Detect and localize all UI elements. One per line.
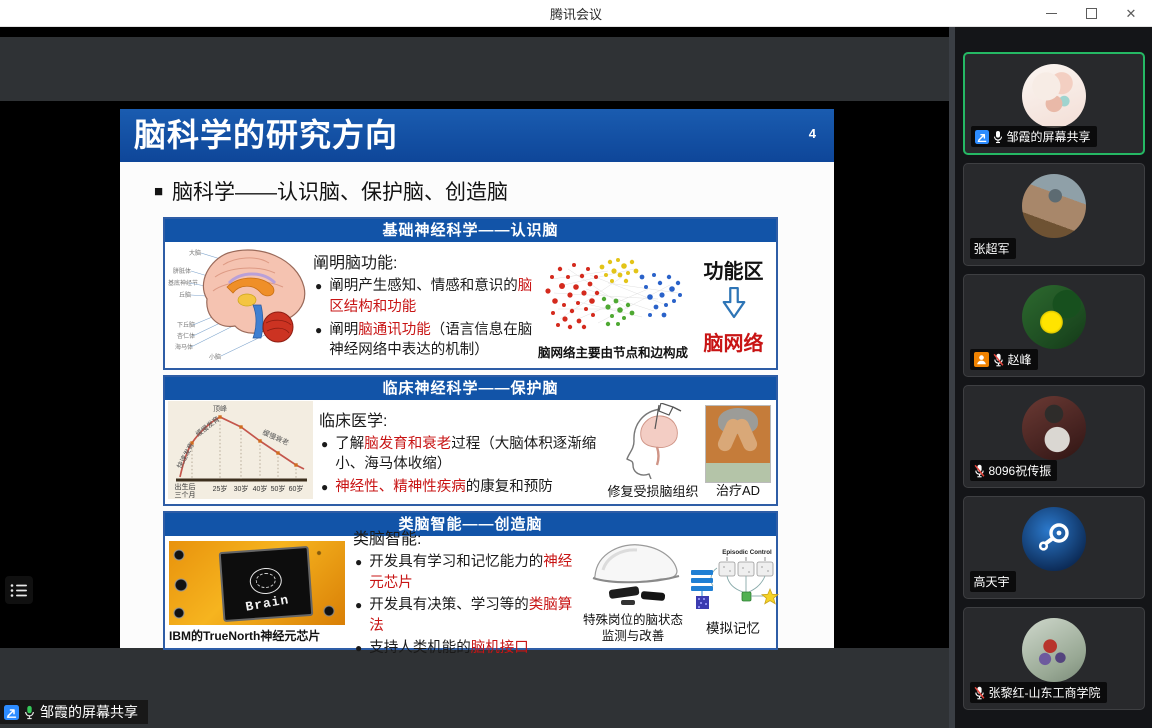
section-1-header: 基础神经科学——认识脑	[165, 219, 776, 242]
participant-name: 张黎红-山东工商学院	[989, 684, 1101, 701]
participant-name: 8096祝传振	[989, 462, 1052, 479]
avatar	[1022, 64, 1086, 128]
avatar	[1022, 285, 1086, 349]
participants-sidebar: 邹霞的屏幕共享 张超军 赵峰	[955, 27, 1152, 728]
minimize-icon	[1046, 13, 1057, 15]
steam-logo	[1034, 519, 1074, 559]
maximize-icon	[1086, 8, 1097, 19]
microphone-muted-icon	[974, 464, 985, 478]
section-2-header: 临床神经科学——保护脑	[165, 377, 776, 400]
participant-tile[interactable]: 高天宇	[963, 496, 1145, 599]
slide-title: 脑科学的研究方向	[120, 109, 834, 162]
section-3-text: 类脑智能: ● 开发具有学习和记忆能力的神经元芯片 ● 开发具有决策、学习等的类…	[353, 525, 579, 659]
brain-doodle-icon	[249, 566, 283, 594]
avatar	[1022, 396, 1086, 460]
host-icon	[974, 352, 989, 367]
svg-text:大脑: 大脑	[189, 249, 201, 257]
svg-text:海马体: 海马体	[175, 343, 193, 351]
list-icon	[10, 583, 28, 598]
brain-diagram: 大脑 胼胝体 基底神经节 丘脑 下丘脑 杏仁体 海马体 小脑	[165, 243, 311, 368]
participant-name: 高天宇	[974, 573, 1010, 590]
episodic-caption: 模拟记忆	[687, 621, 779, 638]
svg-text:50岁: 50岁	[270, 484, 285, 493]
microphone-on-icon	[24, 705, 35, 720]
section-basic-neuroscience: 基础神经科学——认识脑 大脑 胼胝体 基底神经节 丘脑 下丘脑 杏仁体	[163, 217, 778, 370]
brain-network-figure: 脑网络主要由节点和边构成	[535, 249, 691, 361]
close-button[interactable]: ✕	[1118, 3, 1144, 25]
svg-text:小脑: 小脑	[209, 353, 221, 361]
brain-chip: Brain	[219, 545, 314, 621]
truenorth-chip-figure: Brain IBM的TrueNorth神经元芯片	[165, 541, 351, 644]
svg-text:三个月: 三个月	[174, 491, 195, 499]
microphone-on-icon	[993, 130, 1003, 144]
svg-text:Episodic Control: Episodic Control	[722, 549, 772, 556]
svg-text:丘脑: 丘脑	[179, 291, 191, 299]
svg-text:60岁: 60岁	[288, 484, 303, 493]
section-clinical-neuroscience: 临床神经科学——保护脑	[163, 375, 778, 506]
slide-heading: ■ 脑科学——认识脑、保护脑、创造脑	[154, 176, 834, 206]
minimize-button[interactable]	[1038, 3, 1064, 25]
svg-text:出生后: 出生后	[174, 482, 195, 491]
slide-page-number: 4	[809, 126, 816, 141]
presentation-slide: 脑科学的研究方向 4 ■ 脑科学——认识脑、保护脑、创造脑 基础神经科学——认识…	[120, 109, 834, 648]
svg-text:30岁: 30岁	[233, 484, 248, 493]
meeting-detail-button[interactable]	[5, 576, 33, 604]
down-arrow-icon	[720, 286, 748, 320]
share-banner-label: 邹霞的屏幕共享	[40, 702, 138, 722]
helmet-caption-line2: 监测与改善	[579, 629, 687, 645]
microphone-muted-icon	[993, 353, 1004, 367]
section-brain-inspired-ai: 类脑智能——创造脑 Brain IBM的TrueNorth神经元芯片	[163, 511, 778, 650]
participant-name: 张超军	[974, 240, 1010, 257]
section-2-text: 临床医学: ● 了解脑发育和衰老过程（大脑体积逐渐缩小、海马体收缩） ● 神经性…	[319, 407, 607, 498]
section-1-text: 阐明脑功能: ● 阐明产生感知、情感和意识的脑区结构和功能 ● 阐明脑通讯功能（…	[313, 249, 535, 360]
svg-text:25岁: 25岁	[212, 484, 227, 493]
development-curve-chart: 顶峰 快速发育 缓慢发育 缓慢衰老 出生后 三个月 25岁 30岁	[165, 401, 315, 504]
participant-name: 赵峰	[1008, 351, 1032, 368]
episodic-control-figure: Episodic Control	[687, 546, 779, 638]
avatar	[1022, 174, 1086, 238]
slide-title-banner: 脑科学的研究方向 4	[120, 109, 834, 162]
close-icon: ✕	[1126, 6, 1137, 22]
repair-caption: 修复受损脑组织	[607, 484, 699, 500]
brain-repair-figure: 修复受损脑组织	[607, 403, 699, 500]
smart-helmet-figure: 特殊岗位的脑状态 监测与改善	[579, 540, 687, 644]
helmet-caption-line1: 特殊岗位的脑状态	[579, 613, 687, 629]
maximize-button[interactable]	[1078, 3, 1104, 25]
alzheimer-photo: 治疗AD	[699, 405, 777, 499]
circuit-board-image: Brain	[169, 541, 345, 625]
avatar	[1022, 507, 1086, 571]
participant-name: 邹霞的屏幕共享	[1007, 128, 1091, 145]
svg-text:基底神经节: 基底神经节	[168, 279, 198, 287]
network-caption: 脑网络主要由节点和边构成	[535, 346, 691, 361]
svg-text:40岁: 40岁	[252, 484, 267, 493]
shared-screen-stage: 脑科学的研究方向 4 ■ 脑科学——认识脑、保护脑、创造脑 基础神经科学——认识…	[0, 27, 949, 728]
slide-table: 基础神经科学——认识脑 大脑 胼胝体 基底神经节 丘脑 下丘脑 杏仁体	[163, 217, 778, 650]
svg-text:杏仁体: 杏仁体	[177, 332, 195, 340]
participant-tile[interactable]: 8096祝传振	[963, 385, 1145, 488]
svg-text:胼胝体: 胼胝体	[173, 267, 191, 275]
chip-caption: IBM的TrueNorth神经元芯片	[169, 627, 351, 644]
screen-share-icon	[975, 130, 989, 144]
elderly-photo	[705, 405, 771, 483]
window-titlebar: 腾讯会议 ✕	[0, 0, 1152, 27]
screen-share-icon	[4, 705, 19, 720]
square-bullet-icon: ■	[154, 183, 163, 200]
window-title: 腾讯会议	[550, 4, 602, 23]
participant-tile[interactable]: 张黎红-山东工商学院	[963, 607, 1145, 710]
avatar	[1022, 618, 1086, 682]
screen-share-banner: 邹霞的屏幕共享	[0, 700, 148, 724]
ad-caption: 治疗AD	[699, 483, 777, 499]
microphone-muted-icon	[974, 686, 985, 700]
svg-text:顶峰: 顶峰	[213, 404, 227, 413]
participant-tile[interactable]: 张超军	[963, 163, 1145, 266]
letterbox-top	[0, 37, 949, 101]
function-flow: 功能区 脑网络	[691, 255, 776, 356]
participant-tile[interactable]: 赵峰	[963, 274, 1145, 377]
svg-text:下丘脑: 下丘脑	[177, 321, 195, 329]
participant-tile-sharer[interactable]: 邹霞的屏幕共享	[963, 52, 1145, 155]
